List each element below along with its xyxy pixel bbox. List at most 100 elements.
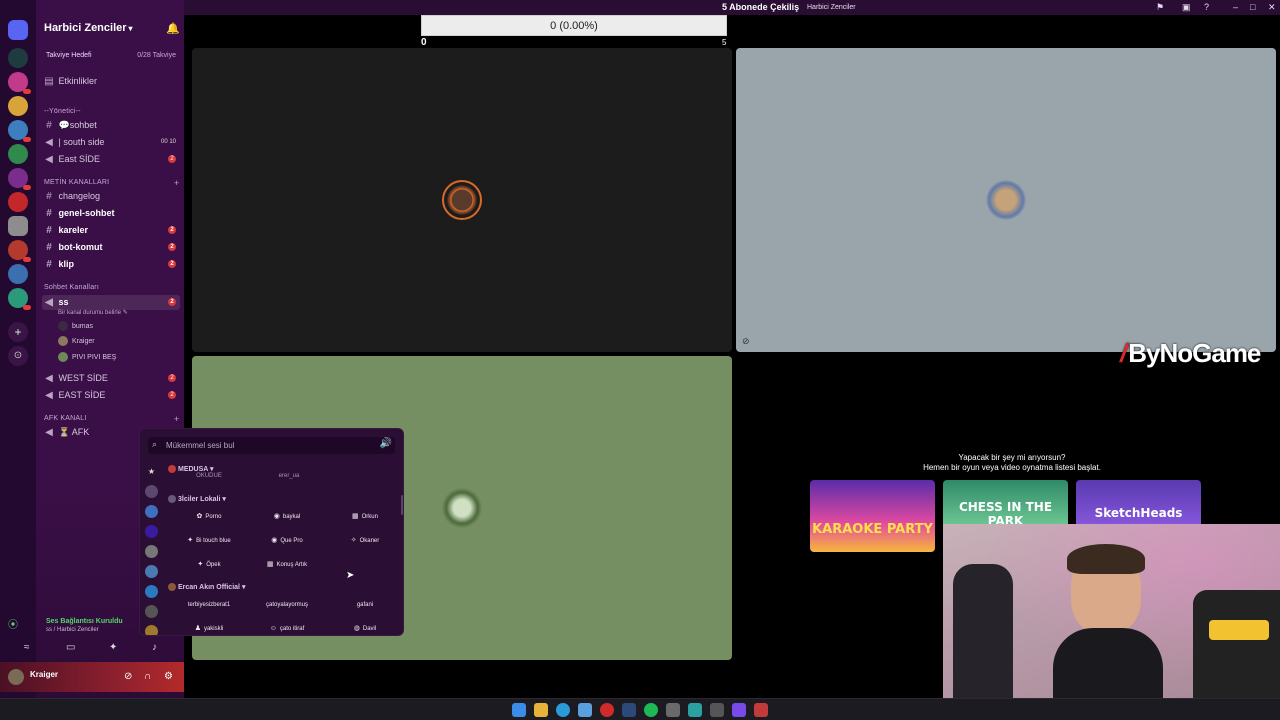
- opera-icon[interactable]: [600, 703, 614, 717]
- steam-icon[interactable]: [622, 703, 636, 717]
- sound-button[interactable]: ♟ yakiskli: [172, 620, 246, 635]
- activities-icon[interactable]: ✦: [109, 642, 117, 653]
- discord-icon[interactable]: [732, 703, 746, 717]
- channel-ss[interactable]: ◀ ss 2: [42, 295, 180, 310]
- add-server-icon[interactable]: +: [8, 322, 28, 342]
- sound-button[interactable]: gafani: [328, 596, 402, 614]
- server-icon[interactable]: [8, 240, 31, 262]
- channel-east-side-2[interactable]: ◀ EAST SİDE 2: [42, 388, 180, 403]
- sound-button[interactable]: OKUDUE: [172, 471, 246, 481]
- sound-button[interactable]: ☺ çato itiraf: [250, 620, 324, 635]
- channel-bot-komut[interactable]: # bot-komut 2: [42, 240, 180, 255]
- channel-genel-sohbet[interactable]: # genel-sohbet: [42, 206, 180, 221]
- sound-button[interactable]: ✦ Öpek: [172, 556, 246, 574]
- inbox-icon[interactable]: ⚑: [1156, 2, 1164, 13]
- soundboard-icon[interactable]: ♪: [152, 642, 157, 653]
- channel-east-side[interactable]: ◀ East SİDE 2: [42, 152, 180, 167]
- soundboard-group-lokali[interactable]: 3İciler Lokali ▾: [168, 495, 226, 504]
- app-icon[interactable]: [710, 703, 724, 717]
- sound-button[interactable]: ◉ baykal: [250, 508, 324, 526]
- server-icon[interactable]: [8, 216, 28, 236]
- server-icon[interactable]: [145, 485, 158, 498]
- sound-button[interactable]: ▦ Konuş Artık: [250, 556, 324, 574]
- server-icon[interactable]: [145, 605, 158, 618]
- start-icon[interactable]: [512, 703, 526, 717]
- category-metin[interactable]: METİN KANALLARI +: [44, 178, 179, 188]
- server-icon[interactable]: [145, 585, 158, 598]
- noise-suppression-icon[interactable]: ≈: [24, 642, 30, 653]
- channel-events[interactable]: ▤ Etkinlikler: [42, 74, 180, 89]
- gear-icon[interactable]: ⚙: [164, 671, 173, 682]
- store-icon[interactable]: [578, 703, 592, 717]
- category-yonetici[interactable]: --Yönetici--: [44, 108, 81, 115]
- server-icon[interactable]: [8, 144, 28, 164]
- sound-button[interactable]: ✧ Okaner: [328, 532, 402, 550]
- edge-icon[interactable]: [556, 703, 570, 717]
- server-icon[interactable]: [145, 625, 158, 635]
- minimize-icon[interactable]: –: [1233, 2, 1238, 12]
- server-icon[interactable]: [8, 96, 28, 116]
- category-afk[interactable]: AFK KANALI +: [44, 414, 179, 424]
- server-icon[interactable]: [8, 120, 31, 142]
- avatar[interactable]: [8, 669, 24, 685]
- participant-tile[interactable]: [192, 48, 732, 352]
- mic-muted-icon[interactable]: ⊘: [124, 671, 132, 682]
- bell-icon[interactable]: 🔔: [166, 22, 180, 35]
- voice-user[interactable]: Kraiger⊘: [58, 336, 193, 348]
- channel-sohbet[interactable]: # 💬sohbet: [42, 118, 180, 133]
- add-channel-icon[interactable]: +: [174, 414, 179, 424]
- soundboard-group-ercan[interactable]: Ercan Akın Official ▾: [168, 583, 245, 592]
- sound-button[interactable]: ▦ Orkun: [328, 508, 402, 526]
- server-icon[interactable]: [8, 288, 31, 310]
- maximize-icon[interactable]: □: [1250, 2, 1255, 12]
- channel-changelog[interactable]: # changelog: [42, 189, 180, 204]
- sound-button[interactable]: ◉ Que Pro: [250, 532, 324, 550]
- category-sohbet[interactable]: Sohbet Kanalları: [44, 284, 99, 291]
- channel-klip[interactable]: # klip 2: [42, 257, 180, 272]
- signal-icon[interactable]: ⦿: [8, 616, 18, 631]
- sound-button[interactable]: terbiyesizberat1: [172, 596, 246, 614]
- sound-button[interactable]: ✿ Porno: [172, 508, 246, 526]
- voice-user[interactable]: PIVI PIVI BEŞ: [58, 352, 116, 364]
- spotify-icon[interactable]: [644, 703, 658, 717]
- voice-user[interactable]: bumas: [58, 321, 93, 333]
- server-icon[interactable]: [8, 264, 28, 284]
- server-icon[interactable]: [8, 168, 31, 190]
- volume-icon[interactable]: 🔊: [380, 438, 392, 449]
- server-icon[interactable]: [8, 48, 28, 68]
- sound-button[interactable]: erer_ua: [252, 471, 326, 481]
- app-icon[interactable]: [688, 703, 702, 717]
- sound-button[interactable]: ✦ Bi touch blue: [172, 532, 246, 550]
- boost-goal[interactable]: Takviye Hedefi 0/28 Takviye: [46, 52, 176, 59]
- server-icon[interactable]: [8, 72, 31, 94]
- headphones-icon[interactable]: ∩: [144, 671, 151, 682]
- server-icon[interactable]: [145, 505, 158, 518]
- sound-button[interactable]: ◍ Davil: [328, 620, 402, 635]
- help-icon[interactable]: ?: [1204, 2, 1209, 12]
- scrollbar[interactable]: [401, 495, 403, 515]
- channel-kareler[interactable]: # kareler 2: [42, 223, 180, 238]
- sound-button[interactable]: çatoyalayormuş: [250, 596, 324, 614]
- channel-west-side[interactable]: ◀ WEST SİDE 2: [42, 371, 180, 386]
- discord-home-icon[interactable]: [8, 20, 28, 40]
- server-name-header[interactable]: Harbici Zenciler ▾: [44, 22, 133, 34]
- close-icon[interactable]: ✕: [1268, 2, 1276, 13]
- server-icon[interactable]: [8, 192, 28, 212]
- server-icon[interactable]: [145, 545, 158, 558]
- user-name[interactable]: Kraiger: [30, 670, 58, 679]
- channel-south-side[interactable]: ◀ | south side 00 10: [42, 135, 180, 150]
- file-explorer-icon[interactable]: [534, 703, 548, 717]
- server-icon[interactable]: [145, 525, 158, 538]
- channel-status-prompt[interactable]: Bir kanal durumu belirle ✎: [58, 309, 128, 316]
- activity-card-karaoke[interactable]: KARAOKE PARTY: [810, 480, 935, 552]
- add-channel-icon[interactable]: +: [174, 178, 179, 188]
- discover-icon[interactable]: ⊙: [8, 346, 28, 366]
- star-icon[interactable]: ★: [145, 465, 158, 478]
- youtube-icon[interactable]: ▣: [1182, 2, 1191, 13]
- app-icon[interactable]: [666, 703, 680, 717]
- voice-connection-status[interactable]: Ses Bağlantısı Kuruldu ss / Harbici Zenc…: [46, 618, 123, 633]
- app-icon[interactable]: [754, 703, 768, 717]
- soundboard-search-input[interactable]: [166, 439, 366, 452]
- screen-share-icon[interactable]: ▭: [66, 642, 75, 653]
- server-icon[interactable]: [145, 565, 158, 578]
